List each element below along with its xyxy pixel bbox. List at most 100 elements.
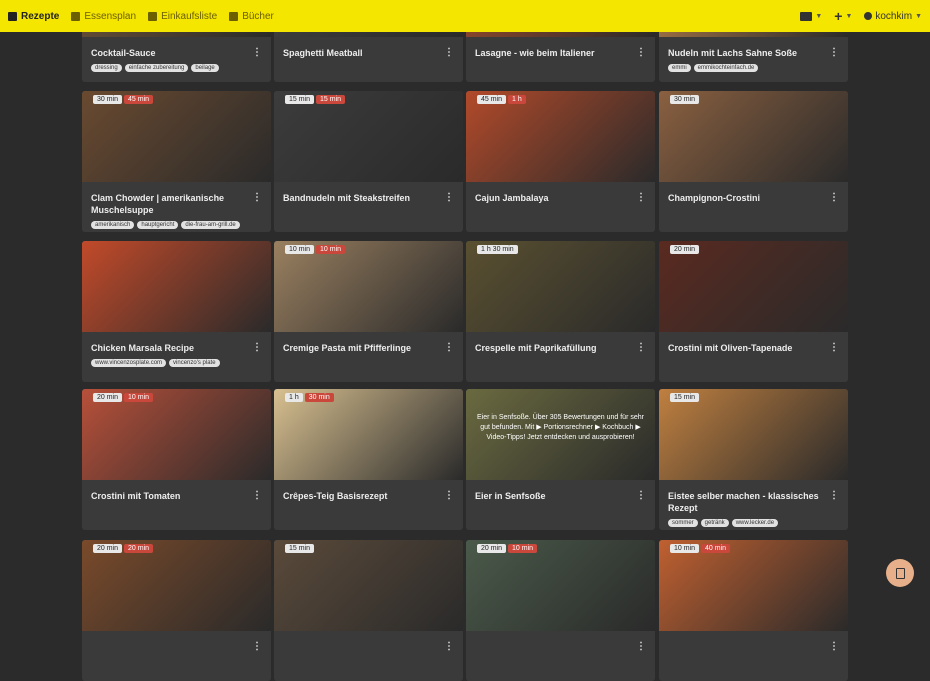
more-options-icon[interactable]: ⋮ xyxy=(636,343,646,352)
briefcase-menu-button[interactable]: ▼ xyxy=(800,12,822,21)
prep-time-badge: 15 min xyxy=(285,95,314,104)
more-options-icon[interactable]: ⋮ xyxy=(829,48,839,57)
tag-chip[interactable]: emmikochteinfach.de xyxy=(694,64,759,72)
recipe-title[interactable]: Lasagne - wie beim Italiener xyxy=(466,37,655,59)
recipe-card[interactable]: 10 min10 minCremige Pasta mit Pfifferlin… xyxy=(274,241,463,382)
cook-time-badge: 30 min xyxy=(305,393,334,402)
tag-chip[interactable]: amerikanisch xyxy=(91,221,134,229)
recipe-title[interactable]: Crostini mit Tomaten xyxy=(82,480,271,502)
more-options-icon[interactable]: ⋮ xyxy=(444,343,454,352)
recipe-title[interactable]: Eier in Senfsoße xyxy=(466,480,655,502)
more-options-icon[interactable]: ⋮ xyxy=(252,642,262,651)
recipe-title[interactable]: Eistee selber machen - klassisches Rezep… xyxy=(659,480,848,514)
recipe-image[interactable]: 15 min xyxy=(274,540,463,631)
recipe-image[interactable]: 20 min10 min xyxy=(466,540,655,631)
recipe-title[interactable] xyxy=(466,631,655,641)
user-menu-button[interactable]: kochkim▼ xyxy=(864,11,922,22)
tag-chip[interactable]: die-frau-am-grill.de xyxy=(181,221,239,229)
more-options-icon[interactable]: ⋮ xyxy=(444,193,454,202)
floating-action-button[interactable] xyxy=(886,559,914,587)
recipe-title[interactable]: Clam Chowder | amerikanische Muschelsupp… xyxy=(82,182,271,216)
recipe-card[interactable]: 1 h 30 minCrespelle mit Paprikafüllung⋮ xyxy=(466,241,655,382)
tag-chip[interactable]: hauptgericht xyxy=(137,221,178,229)
tag-chip[interactable]: dressing xyxy=(91,64,122,72)
more-options-icon[interactable]: ⋮ xyxy=(444,642,454,651)
recipe-card[interactable]: 30 min Champignon-Crostini⋮ xyxy=(659,91,848,232)
nav-label: Einkaufsliste xyxy=(161,11,217,22)
more-options-icon[interactable]: ⋮ xyxy=(252,491,262,500)
recipe-title[interactable]: Chicken Marsala Recipe xyxy=(82,332,271,354)
recipe-image[interactable]: 15 min xyxy=(659,389,848,480)
more-options-icon[interactable]: ⋮ xyxy=(829,193,839,202)
more-options-icon[interactable]: ⋮ xyxy=(444,491,454,500)
recipe-card[interactable]: Chicken Marsala Recipe⋮ www.vincenzosplat… xyxy=(82,241,271,382)
more-options-icon[interactable]: ⋮ xyxy=(636,642,646,651)
recipe-title[interactable] xyxy=(82,631,271,641)
recipe-card[interactable]: 20 min10 min ⋮ xyxy=(466,540,655,681)
more-options-icon[interactable]: ⋮ xyxy=(829,491,839,500)
recipe-card[interactable]: Eier in Senfsoße. Über 305 Bewertungen u… xyxy=(466,389,655,530)
recipe-title[interactable]: Spaghetti Meatball xyxy=(274,37,463,59)
recipe-image[interactable]: 30 min xyxy=(659,91,848,182)
more-options-icon[interactable]: ⋮ xyxy=(252,48,262,57)
recipe-image[interactable]: 20 min20 min xyxy=(82,540,271,631)
recipe-title[interactable]: Champignon-Crostini xyxy=(659,182,848,204)
more-options-icon[interactable]: ⋮ xyxy=(829,343,839,352)
more-options-icon[interactable]: ⋮ xyxy=(252,343,262,352)
more-options-icon[interactable]: ⋮ xyxy=(252,193,262,202)
recipe-card[interactable]: 20 min10 min Crostini mit Tomaten⋮ xyxy=(82,389,271,530)
nav-essensplan[interactable]: Essensplan xyxy=(71,11,136,22)
recipe-image[interactable] xyxy=(82,241,271,332)
recipe-image[interactable]: 10 min10 min xyxy=(274,241,463,332)
tag-chip[interactable]: sommer xyxy=(668,519,698,527)
tag-chip[interactable]: beilage xyxy=(191,64,218,72)
tag-chip[interactable]: www.lecker.de xyxy=(732,519,778,527)
recipe-card[interactable]: 30 min45 minClam Chowder | amerikanische… xyxy=(82,91,271,232)
recipe-card[interactable]: 45 min1 hCajun Jambalaya⋮ xyxy=(466,91,655,232)
tag-chip[interactable]: getränk xyxy=(701,519,729,527)
recipe-image[interactable]: 45 min1 h xyxy=(466,91,655,182)
recipe-title[interactable]: Nudeln mit Lachs Sahne Soße xyxy=(659,37,848,59)
tag-chip[interactable]: emmi xyxy=(668,64,691,72)
recipe-title[interactable]: Cremige Pasta mit Pfifferlinge xyxy=(274,332,463,354)
recipe-card[interactable]: 15 min Eistee selber machen - klassisches… xyxy=(659,389,848,530)
recipe-image[interactable]: 20 min xyxy=(659,241,848,332)
prep-time-badge: 15 min xyxy=(670,393,699,402)
more-options-icon[interactable]: ⋮ xyxy=(636,491,646,500)
recipe-title[interactable]: Crêpes-Teig Basisrezept xyxy=(274,480,463,502)
tag-chip[interactable]: einfache zubereitung xyxy=(125,64,189,72)
more-options-icon[interactable]: ⋮ xyxy=(444,48,454,57)
recipe-title[interactable]: Bandnudeln mit Steakstreifen xyxy=(274,182,463,204)
more-options-icon[interactable]: ⋮ xyxy=(636,193,646,202)
recipe-card[interactable]: 1 h30 minCrêpes-Teig Basisrezept⋮ xyxy=(274,389,463,530)
recipe-card[interactable]: 20 min20 min ⋮ xyxy=(82,540,271,681)
recipe-image[interactable]: 20 min10 min xyxy=(82,389,271,480)
recipe-title[interactable]: Cocktail-Sauce xyxy=(82,37,271,59)
recipe-card[interactable]: 15 min15 minBandnudeln mit Steakstreifen… xyxy=(274,91,463,232)
recipe-title[interactable]: Crostini mit Oliven-Tapenade xyxy=(659,332,848,354)
tag-chip[interactable]: www.vincenzosplate.com xyxy=(91,359,166,367)
recipe-card[interactable]: 20 minCrostini mit Oliven-Tapenade⋮ xyxy=(659,241,848,382)
recipe-image[interactable]: 15 min15 min xyxy=(274,91,463,182)
recipe-image[interactable]: 30 min45 min xyxy=(82,91,271,182)
nav-rezepte[interactable]: Rezepte xyxy=(8,11,59,22)
tag-chip[interactable]: vincenzo's plate xyxy=(169,359,220,367)
recipe-title[interactable]: Cajun Jambalaya xyxy=(466,182,655,204)
cook-time-badge: 10 min xyxy=(316,245,345,254)
recipe-title[interactable] xyxy=(274,631,463,641)
more-options-icon[interactable]: ⋮ xyxy=(829,642,839,651)
recipe-title[interactable]: Crespelle mit Paprikafüllung xyxy=(466,332,655,354)
recipe-image[interactable]: 1 h30 min xyxy=(274,389,463,480)
time-badges: 20 min10 min xyxy=(93,393,153,402)
recipe-image[interactable]: 1 h 30 min xyxy=(466,241,655,332)
add-menu-button[interactable]: +▼ xyxy=(834,11,852,21)
nav-buecher[interactable]: Bücher xyxy=(229,11,274,22)
nav-einkaufsliste[interactable]: Einkaufsliste xyxy=(148,11,217,22)
recipe-card[interactable]: 10 min40 min ⋮ xyxy=(659,540,848,681)
recipe-title[interactable] xyxy=(659,631,848,641)
more-options-icon[interactable]: ⋮ xyxy=(636,48,646,57)
recipe-card[interactable]: 15 min ⋮ xyxy=(274,540,463,681)
prep-time-badge: 30 min xyxy=(670,95,699,104)
recipe-image[interactable]: 10 min40 min xyxy=(659,540,848,631)
recipe-image[interactable]: Eier in Senfsoße. Über 305 Bewertungen u… xyxy=(466,389,655,480)
